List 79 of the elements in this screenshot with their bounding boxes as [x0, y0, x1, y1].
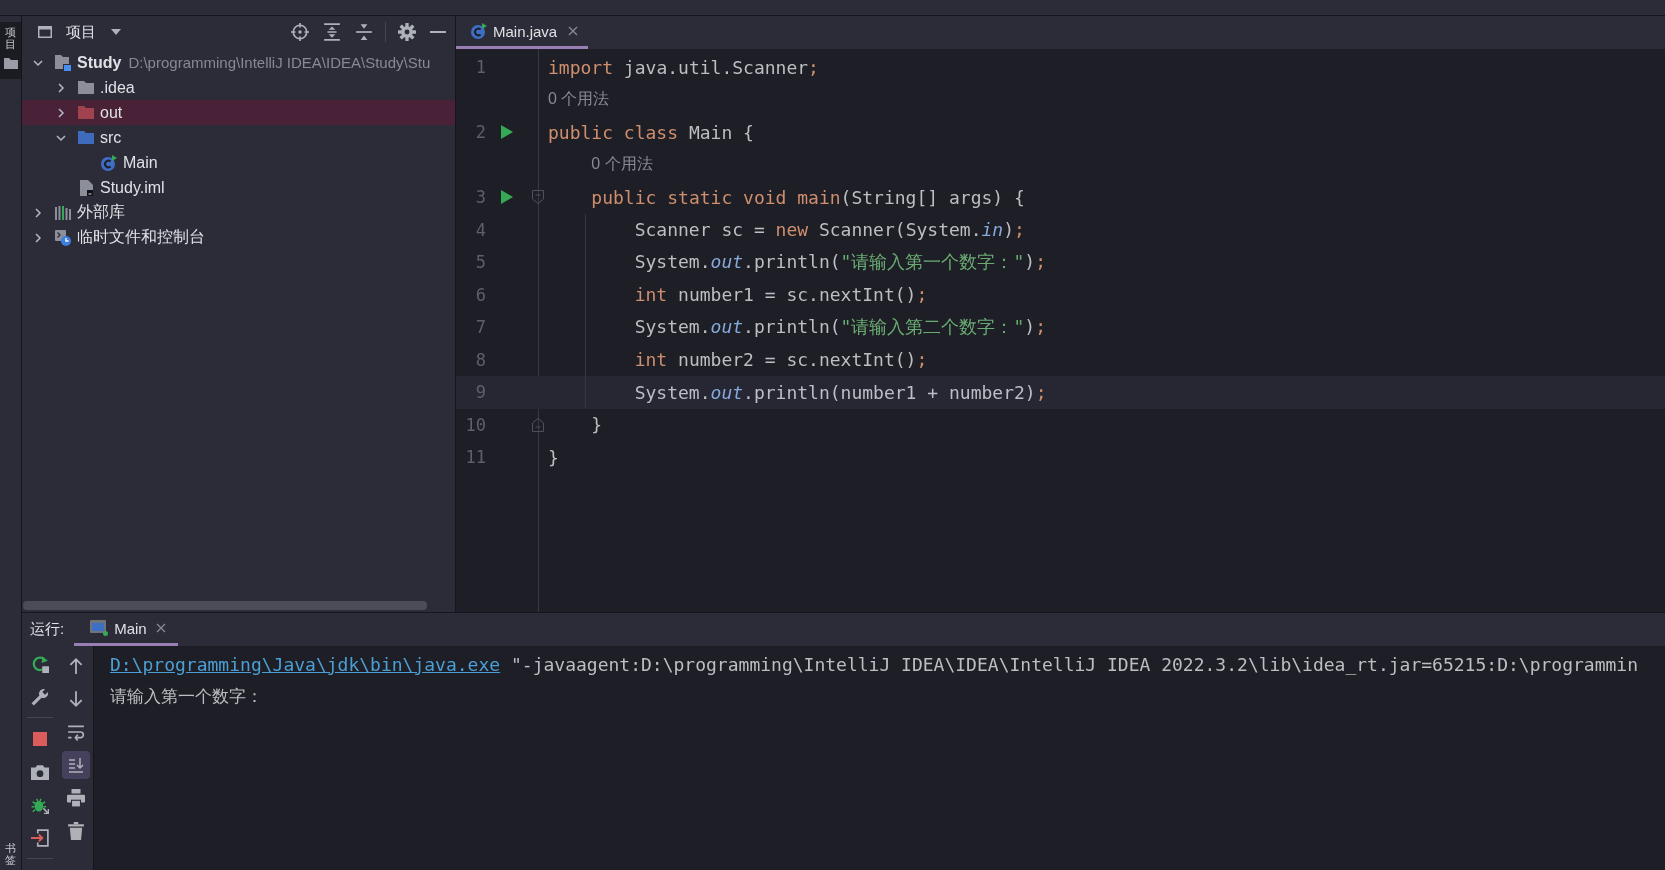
camera-icon[interactable] [31, 764, 49, 780]
project-tool-button[interactable]: 项目 [0, 22, 21, 80]
code-line: System.out.println("请输入第一个数字："); [634, 250, 1046, 275]
code-line: } [591, 414, 603, 436]
chevron-right-icon[interactable] [33, 207, 43, 218]
code-line: public class Main { [548, 121, 754, 143]
code-line: System.out.println(number1 + number2); [634, 381, 1047, 403]
tree-item[interactable]: .idea [22, 75, 455, 100]
trash-icon[interactable] [66, 822, 85, 840]
printer-icon[interactable] [66, 789, 85, 807]
tree-item[interactable]: 临时文件和控制台 [22, 225, 455, 250]
line-number: 9 [475, 382, 486, 403]
scroll-to-end-icon[interactable] [61, 751, 90, 779]
tree-item[interactable]: 外部库 [22, 200, 455, 225]
bug-icon[interactable] [31, 796, 49, 814]
code-line: System.out.println("请输入第二个数字："); [634, 315, 1046, 340]
fold-marker-icon[interactable] [532, 417, 544, 432]
line-number: 2 [475, 122, 486, 143]
folder-icon [78, 106, 94, 119]
line-number: 7 [475, 317, 486, 338]
console-window-icon [90, 620, 109, 636]
scrollbar-thumb[interactable] [23, 601, 427, 610]
code-line: public static void main(String[] args) { [591, 186, 1025, 208]
line-number: 6 [475, 284, 486, 305]
chevron-right-icon[interactable] [56, 107, 66, 118]
folder-icon [78, 131, 94, 144]
tree-item[interactable]: Study D:\programming\IntelliJ IDEA\IDEA\Study\Stu [22, 50, 455, 75]
panel-title[interactable]: 项目 [66, 22, 96, 42]
folder-icon [3, 58, 18, 70]
console-output: 请输入第一个数字： [110, 685, 263, 708]
code-line: import java.util.Scanner; [548, 56, 819, 78]
code-line: Scanner sc = new Scanner(System.in); [634, 219, 1025, 241]
chevron-right-icon[interactable] [33, 232, 43, 243]
chevron-down-icon[interactable] [33, 57, 43, 68]
line-number: 8 [475, 349, 486, 370]
code-line: } [548, 446, 559, 468]
fold-marker-icon[interactable] [532, 190, 544, 205]
run-icon[interactable] [501, 190, 513, 205]
tree-item[interactable]: Study.iml [22, 175, 455, 200]
line-number: 5 [475, 252, 486, 273]
close-icon[interactable] [155, 623, 166, 633]
class-icon [471, 23, 487, 39]
path-text: D:\programming\IntelliJ IDEA\IDEA\Study\Stu [128, 54, 431, 71]
usage-hint[interactable]: 0 个用法 [591, 154, 653, 176]
expand-all-icon[interactable] [323, 23, 341, 41]
console-text: "-javaagent:D:\programming\IntelliJ IDEA\IDEA\IntelliJ IDEA 2022.3.2\lib\idea_rt.jar=65215:D:\programmin [510, 653, 1638, 675]
file-icon [79, 179, 93, 196]
folder-icon [78, 81, 94, 94]
line-number: 4 [475, 219, 486, 240]
line-number: 11 [465, 447, 486, 468]
module-icon [55, 54, 71, 71]
wrench-icon[interactable] [31, 688, 49, 706]
settings-icon[interactable] [398, 23, 416, 41]
close-icon[interactable] [568, 26, 579, 36]
console-clock-icon [55, 229, 71, 246]
chevron-down-icon[interactable] [56, 132, 66, 143]
chevron-right-icon[interactable] [56, 82, 66, 93]
tree-item[interactable]: out [22, 100, 455, 125]
line-number: 3 [475, 187, 486, 208]
usage-hint[interactable]: 0 个用法 [548, 89, 610, 111]
exit-icon[interactable] [31, 829, 49, 847]
run-icon[interactable] [501, 125, 513, 140]
java-path-link[interactable]: D:\programming\Java\jdk\bin\java.exe [110, 653, 501, 675]
collapse-all-icon[interactable] [355, 23, 373, 41]
library-icon [55, 205, 71, 220]
soft-wrap-icon[interactable] [66, 723, 85, 741]
crosshair-icon[interactable] [291, 23, 309, 41]
window-icon [38, 26, 52, 38]
code-line: int number1 = sc.nextInt(); [634, 284, 928, 306]
tree-item[interactable]: Main [22, 150, 455, 175]
rerun-icon[interactable] [31, 655, 49, 673]
class-icon [101, 154, 117, 171]
tree-item[interactable]: src [22, 125, 455, 150]
caret-down-icon[interactable] [111, 29, 121, 35]
line-number: 1 [475, 57, 486, 78]
bookmarks-tool-button[interactable]: 书签 [5, 841, 16, 866]
line-number: 10 [465, 414, 486, 435]
run-label: 运行: [30, 620, 65, 639]
code-line: int number2 = sc.nextInt(); [634, 349, 928, 371]
